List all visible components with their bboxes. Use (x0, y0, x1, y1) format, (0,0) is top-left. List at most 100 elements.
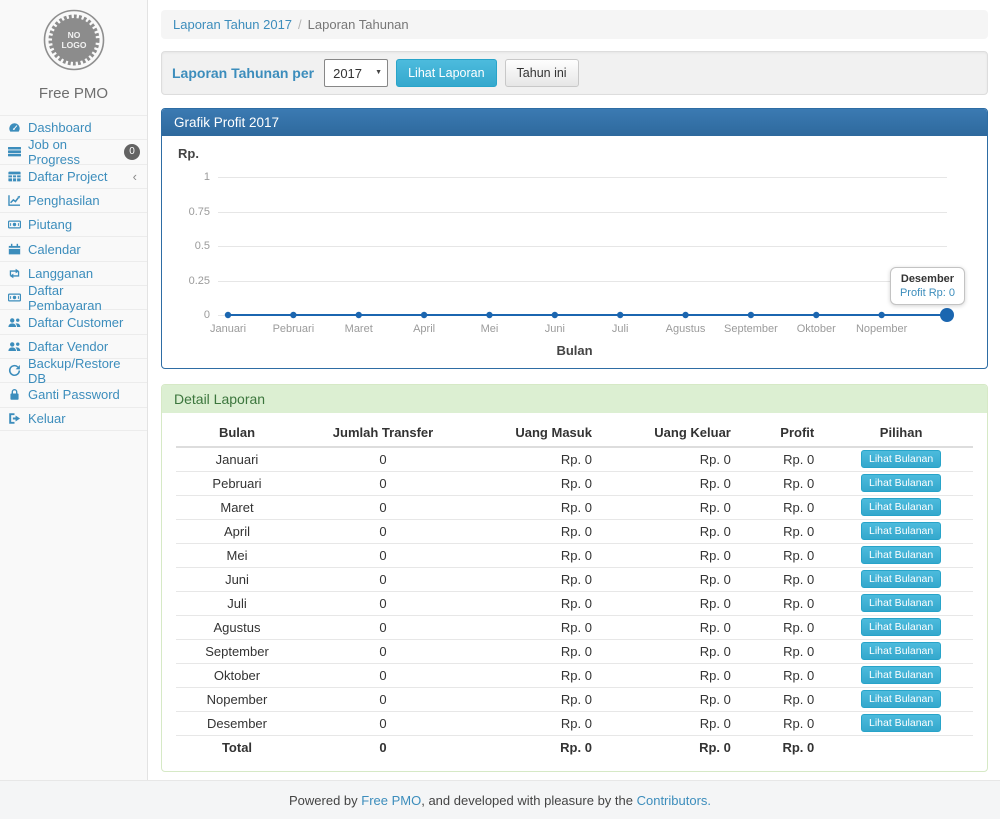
x-tick-label: Pebruari (273, 323, 315, 335)
sidebar-item-keluar[interactable]: Keluar (0, 407, 147, 431)
table-row: Agustus0Rp. 0Rp. 0Rp. 0Lihat Bulanan (176, 615, 973, 639)
lihat-bulanan-button[interactable]: Lihat Bulanan (861, 642, 941, 660)
sidebar-item-daftar-customer[interactable]: Daftar Customer (0, 309, 147, 333)
table-cell: Rp. 0 (746, 543, 829, 567)
sidebar: NO LOGO Free PMO DashboardJob on Progres… (0, 0, 148, 780)
table-cell: Rp. 0 (746, 639, 829, 663)
chart-point[interactable] (813, 312, 819, 318)
sidebar-item-label: Piutang (28, 217, 72, 232)
chart-point[interactable] (356, 312, 362, 318)
table-cell: Rp. 0 (607, 567, 746, 591)
x-tick-label: Juli (612, 323, 629, 335)
table-action-cell: Lihat Bulanan (829, 663, 973, 687)
breadcrumb-link[interactable]: Laporan Tahun 2017 (173, 17, 292, 32)
column-header: Bulan (176, 419, 298, 447)
sidebar-item-label: Backup/Restore DB (28, 356, 140, 386)
table-cell: Rp. 0 (607, 447, 746, 471)
lihat-bulanan-button[interactable]: Lihat Bulanan (861, 546, 941, 564)
count-badge: 0 (124, 144, 140, 160)
table-row: April0Rp. 0Rp. 0Rp. 0Lihat Bulanan (176, 519, 973, 543)
main-content: Laporan Tahun 2017/Laporan Tahunan Lapor… (149, 0, 1000, 780)
sidebar-item-daftar-vendor[interactable]: Daftar Vendor (0, 334, 147, 358)
contributors-link[interactable]: Contributors. (637, 793, 711, 808)
table-cell: Rp. 0 (746, 519, 829, 543)
chevron-left-icon: ‹ (133, 169, 140, 184)
sidebar-item-backup-restore-db[interactable]: Backup/Restore DB (0, 358, 147, 382)
free-pmo-link[interactable]: Free PMO (361, 793, 421, 808)
table-cell: 0 (298, 639, 468, 663)
y-tick-label: 0 (178, 309, 210, 321)
lihat-bulanan-button[interactable]: Lihat Bulanan (861, 594, 941, 612)
sidebar-item-daftar-pembayaran[interactable]: Daftar Pembayaran (0, 285, 147, 309)
table-cell: 0 (298, 687, 468, 711)
sign-out-icon (8, 412, 22, 426)
sidebar-item-job-on-progress[interactable]: Job on Progress0 (0, 139, 147, 163)
table-row: Nopember0Rp. 0Rp. 0Rp. 0Lihat Bulanan (176, 687, 973, 711)
table-cell: 0 (298, 615, 468, 639)
table-cell: Nopember (176, 687, 298, 711)
lihat-bulanan-button[interactable]: Lihat Bulanan (861, 618, 941, 636)
lihat-bulanan-button[interactable]: Lihat Bulanan (861, 714, 941, 732)
table-row: Mei0Rp. 0Rp. 0Rp. 0Lihat Bulanan (176, 543, 973, 567)
chart-point[interactable] (225, 312, 231, 318)
sidebar-item-label: Daftar Customer (28, 315, 123, 330)
tahun-ini-button[interactable]: Tahun ini (505, 59, 579, 88)
chart-point[interactable] (748, 312, 754, 318)
chart-point[interactable] (421, 312, 427, 318)
table-cell: Mei (176, 543, 298, 567)
chart-point[interactable] (940, 308, 954, 322)
sidebar-item-ganti-password[interactable]: Ganti Password (0, 382, 147, 406)
lihat-laporan-button[interactable]: Lihat Laporan (396, 59, 496, 88)
lihat-bulanan-button[interactable]: Lihat Bulanan (861, 450, 941, 468)
table-cell: Rp. 0 (468, 543, 607, 567)
chart-point[interactable] (878, 312, 884, 318)
sidebar-item-langganan[interactable]: Langganan (0, 261, 147, 285)
lihat-bulanan-button[interactable]: Lihat Bulanan (861, 474, 941, 492)
x-tick-label: April (413, 323, 435, 335)
detail-panel: Detail Laporan BulanJumlah TransferUang … (161, 384, 988, 772)
table-cell: Rp. 0 (468, 663, 607, 687)
table-cell: Rp. 0 (468, 639, 607, 663)
chart-point[interactable] (486, 312, 492, 318)
lihat-bulanan-button[interactable]: Lihat Bulanan (861, 690, 941, 708)
calendar-icon (8, 242, 22, 256)
table-cell: 0 (298, 543, 468, 567)
x-tick-label: Juni (545, 323, 565, 335)
lihat-bulanan-button[interactable]: Lihat Bulanan (861, 522, 941, 540)
year-select[interactable]: 2017 (324, 59, 388, 87)
column-header: Pilihan (829, 419, 973, 447)
lihat-bulanan-button[interactable]: Lihat Bulanan (861, 666, 941, 684)
chart-point[interactable] (617, 312, 623, 318)
sidebar-item-dashboard[interactable]: Dashboard (0, 115, 147, 139)
table-cell: 0 (298, 495, 468, 519)
table-row: Desember0Rp. 0Rp. 0Rp. 0Lihat Bulanan (176, 711, 973, 735)
lock-icon (8, 388, 22, 402)
table-header-row: BulanJumlah TransferUang MasukUang Kelua… (176, 419, 973, 447)
table-cell: 0 (298, 711, 468, 735)
table-row: Januari0Rp. 0Rp. 0Rp. 0Lihat Bulanan (176, 447, 973, 471)
chart-point[interactable] (552, 312, 558, 318)
svg-text:LOGO: LOGO (61, 40, 86, 50)
sidebar-item-label: Daftar Project (28, 169, 107, 184)
y-tick-label: 1 (178, 171, 210, 183)
table-cell: Rp. 0 (468, 519, 607, 543)
sidebar-item-piutang[interactable]: Piutang (0, 212, 147, 236)
table-cell: Rp. 0 (468, 471, 607, 495)
chart-point[interactable] (682, 312, 688, 318)
tasks-icon (8, 145, 22, 159)
y-tick-label: 0.5 (178, 240, 210, 252)
table-cell: Rp. 0 (607, 615, 746, 639)
sidebar-item-daftar-project[interactable]: Daftar Project ‹ (0, 164, 147, 188)
chart-point[interactable] (290, 312, 296, 318)
sidebar-item-penghasilan[interactable]: Penghasilan (0, 188, 147, 212)
table-row: Juni0Rp. 0Rp. 0Rp. 0Lihat Bulanan (176, 567, 973, 591)
lihat-bulanan-button[interactable]: Lihat Bulanan (861, 498, 941, 516)
table-cell: Rp. 0 (468, 591, 607, 615)
table-cell: Rp. 0 (468, 735, 607, 759)
table-cell: Rp. 0 (607, 543, 746, 567)
lihat-bulanan-button[interactable]: Lihat Bulanan (861, 570, 941, 588)
chart-x-axis-label: Bulan (176, 343, 973, 358)
users-icon (8, 339, 22, 353)
sidebar-item-label: Ganti Password (28, 387, 120, 402)
sidebar-item-calendar[interactable]: Calendar (0, 236, 147, 260)
